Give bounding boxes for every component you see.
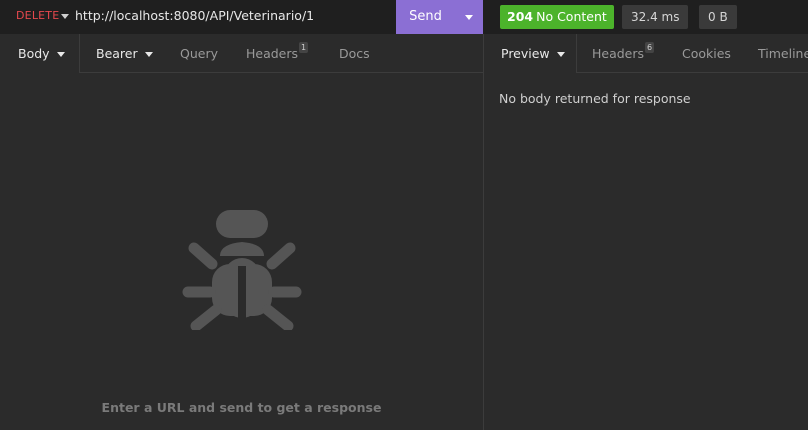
tab-cookies[interactable]: Cookies bbox=[682, 34, 731, 73]
tab-response-headers[interactable]: Headers 6 bbox=[592, 34, 655, 73]
send-options-button[interactable] bbox=[455, 0, 483, 34]
tab-preview-label: Preview bbox=[501, 46, 550, 61]
response-size-badge: 0 B bbox=[699, 5, 737, 29]
status-badge: 204 No Content bbox=[500, 5, 614, 29]
tab-headers-label: Headers bbox=[246, 46, 299, 61]
status-code: 204 bbox=[507, 9, 534, 24]
send-button[interactable]: Send bbox=[396, 0, 455, 34]
response-pane: Preview Headers 6 Cookies Timeline No bod… bbox=[484, 34, 808, 430]
tab-auth-label: Bearer bbox=[96, 46, 138, 61]
method-dropdown-icon[interactable] bbox=[61, 14, 69, 19]
request-url-bar: DELETE http://localhost:8080/API/Veterin… bbox=[0, 0, 483, 34]
top-bar: DELETE http://localhost:8080/API/Veterin… bbox=[0, 0, 808, 34]
chevron-down-icon bbox=[465, 15, 473, 20]
response-tabs: Preview Headers 6 Cookies Timeline bbox=[484, 34, 808, 73]
url-input[interactable]: http://localhost:8080/API/Veterinario/1 bbox=[75, 8, 314, 23]
tab-timeline[interactable]: Timeline bbox=[758, 34, 808, 73]
response-meta-bar: 204 No Content 32.4 ms 0 B bbox=[484, 0, 808, 34]
tab-body[interactable]: Body bbox=[0, 34, 79, 73]
tab-response-headers-label: Headers bbox=[592, 46, 645, 61]
bug-icon bbox=[182, 210, 302, 330]
request-pane: Body Bearer Query Headers 1 Docs Enter a … bbox=[0, 34, 483, 430]
status-text: No Content bbox=[536, 9, 607, 24]
tab-body-label: Body bbox=[18, 46, 50, 61]
request-tabs: Body Bearer Query Headers 1 Docs bbox=[0, 34, 483, 73]
chevron-down-icon bbox=[556, 52, 565, 57]
tab-headers[interactable]: Headers 1 bbox=[246, 34, 309, 73]
response-headers-count-badge: 6 bbox=[645, 42, 655, 53]
method-selector[interactable]: DELETE bbox=[16, 9, 59, 22]
response-empty-message: No body returned for response bbox=[499, 91, 691, 106]
tab-preview[interactable]: Preview bbox=[484, 34, 577, 73]
response-time-badge: 32.4 ms bbox=[622, 5, 689, 29]
tab-query[interactable]: Query bbox=[180, 34, 218, 73]
chevron-down-icon bbox=[56, 52, 65, 57]
tab-auth[interactable]: Bearer bbox=[80, 34, 153, 73]
chevron-down-icon bbox=[144, 52, 153, 57]
tab-docs[interactable]: Docs bbox=[339, 34, 370, 73]
headers-count-badge: 1 bbox=[299, 42, 309, 53]
request-empty-message: Enter a URL and send to get a response bbox=[101, 400, 382, 415]
tab-divider bbox=[576, 34, 577, 73]
